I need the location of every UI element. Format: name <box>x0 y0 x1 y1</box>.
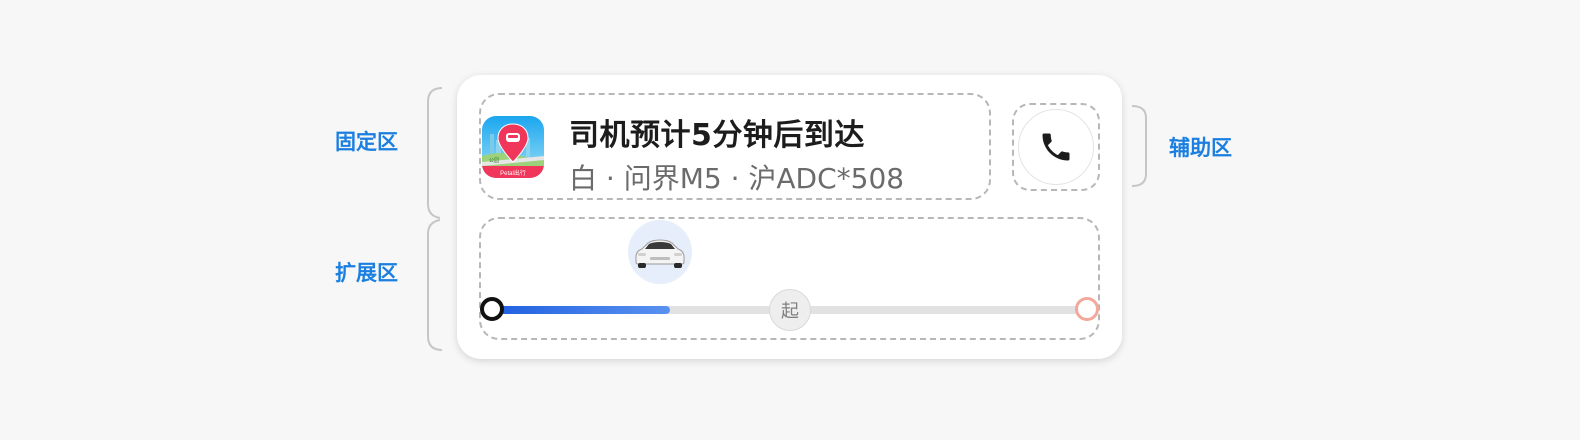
extended-zone-label: 扩展区 <box>335 261 398 285</box>
fixed-zone-label: 固定区 <box>335 130 398 154</box>
extended-zone-bracket <box>427 219 443 351</box>
fixed-zone-bracket <box>427 87 443 219</box>
call-driver-button[interactable] <box>1018 109 1094 185</box>
app-icon-graphic: Petal出行 公园 <box>482 116 544 178</box>
driver-car-marker <box>628 220 692 284</box>
app-icon-brand-text: Petal出行 <box>500 169 526 177</box>
arrival-title: 司机预计5分钟后到达 <box>569 118 865 153</box>
auxiliary-zone-label: 辅助区 <box>1169 136 1232 160</box>
petal-travel-app-icon[interactable]: Petal出行 公园 <box>482 116 544 178</box>
app-icon-map-tag: 公园 <box>489 158 499 164</box>
start-point-dot <box>480 297 504 321</box>
live-activity-card[interactable]: Petal出行 公园 司机预计5分钟后到达 白 · 问界M5 · 沪ADC*50… <box>457 75 1122 359</box>
auxiliary-zone-bracket <box>1131 105 1147 187</box>
trip-progress-fill <box>491 306 670 314</box>
destination-dot <box>1075 297 1099 321</box>
phone-icon <box>1042 133 1070 161</box>
car-icon <box>635 239 685 268</box>
pickup-marker: 起 <box>769 289 811 331</box>
vehicle-info: 白 · 问界M5 · 沪ADC*508 <box>569 162 905 195</box>
